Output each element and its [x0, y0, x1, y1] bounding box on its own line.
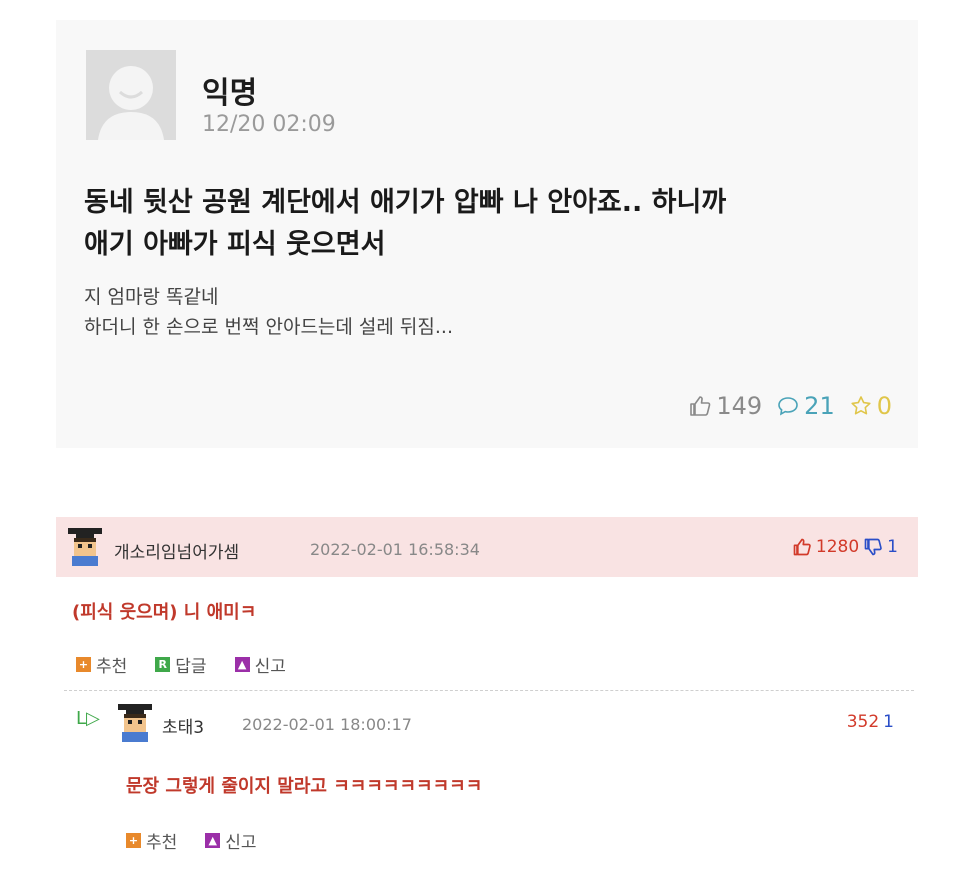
- star-icon: [851, 396, 871, 415]
- post-date: 12/20 02:09: [202, 112, 336, 137]
- pixel-avatar-icon: [118, 704, 152, 742]
- report-button[interactable]: ▲ 신고: [205, 828, 257, 853]
- siren-icon: ▲: [234, 657, 250, 672]
- comment-author[interactable]: 개소리임넘어가셈: [114, 538, 239, 563]
- comment-actions: + 추천 R 답글 ▲ 신고: [76, 652, 314, 677]
- post-title-line: 동네 뒷산 공원 계단에서 애기가 압빠 나 안아죠.. 하니까: [84, 187, 727, 218]
- comment-divider: [64, 690, 914, 691]
- comment-votes: 1280 1: [792, 537, 898, 557]
- post-title: 동네 뒷산 공원 계단에서 애기가 압빠 나 안아죠.. 하니까 애기 아빠가 …: [84, 182, 884, 266]
- plus-icon: +: [76, 657, 91, 672]
- post-title-line: 애기 아빠가 피식 웃으면서: [84, 229, 386, 260]
- report-button[interactable]: ▲ 신고: [234, 652, 286, 677]
- post-body-line: 지 엄마랑 똑같네: [84, 286, 219, 308]
- like-stat[interactable]: 149: [688, 392, 762, 420]
- pixel-avatar-icon: [68, 528, 102, 566]
- thumbs-up-icon: [690, 396, 711, 416]
- reply-votes: 352 1: [847, 712, 894, 732]
- reply-author[interactable]: 초태3: [162, 713, 204, 738]
- upvote-count: 1280: [815, 537, 860, 557]
- reply-button[interactable]: R 답글: [155, 652, 207, 677]
- recommend-label: 추천: [146, 833, 178, 853]
- comment-count: 21: [804, 392, 835, 420]
- reply-text: 문장 그렇게 줄이지 말라고 ㅋㅋㅋㅋㅋㅋㅋㅋㅋ: [126, 776, 483, 797]
- post-author[interactable]: 익명: [202, 68, 257, 112]
- comment-date: 2022-02-01 16:58:34: [310, 540, 480, 559]
- post-stats: 149 21 0: [688, 392, 892, 420]
- scrap-count: 0: [876, 392, 892, 420]
- speech-bubble-icon: [778, 397, 798, 416]
- reply-arrow-icon: L▷: [76, 708, 100, 729]
- thumbs-up-icon[interactable]: [792, 537, 812, 557]
- post-body: 지 엄마랑 똑같네 하더니 한 손으로 번쩍 안아드는데 설레 뒤짐...: [84, 282, 884, 342]
- report-label: 신고: [254, 657, 286, 677]
- plus-icon: +: [126, 833, 141, 848]
- reply-label: 답글: [175, 657, 207, 677]
- downvote-count[interactable]: 1: [883, 712, 894, 732]
- reply-actions: + 추천 ▲ 신고: [126, 828, 285, 853]
- like-count: 149: [716, 392, 763, 420]
- recommend-button[interactable]: + 추천: [76, 652, 127, 677]
- comment-stat[interactable]: 21: [776, 392, 835, 420]
- comment-text: (피식 웃으며) 니 애미ㅋ: [72, 602, 257, 623]
- recommend-button[interactable]: + 추천: [126, 828, 177, 853]
- downvote-count: 1: [887, 537, 898, 557]
- reply-icon: R: [155, 657, 171, 672]
- upvote-count[interactable]: 352: [847, 712, 879, 732]
- reply-date: 2022-02-01 18:00:17: [242, 715, 412, 734]
- siren-icon: ▲: [205, 833, 221, 848]
- recommend-label: 추천: [96, 657, 128, 677]
- post-card: 익명 12/20 02:09 동네 뒷산 공원 계단에서 애기가 압빠 나 안아…: [56, 20, 918, 448]
- scrap-stat[interactable]: 0: [849, 392, 892, 420]
- default-avatar-icon: [86, 50, 176, 140]
- post-body-line: 하더니 한 손으로 번쩍 안아드는데 설레 뒤짐...: [84, 316, 453, 338]
- thumbs-down-icon[interactable]: [863, 537, 883, 557]
- report-label: 신고: [225, 833, 257, 853]
